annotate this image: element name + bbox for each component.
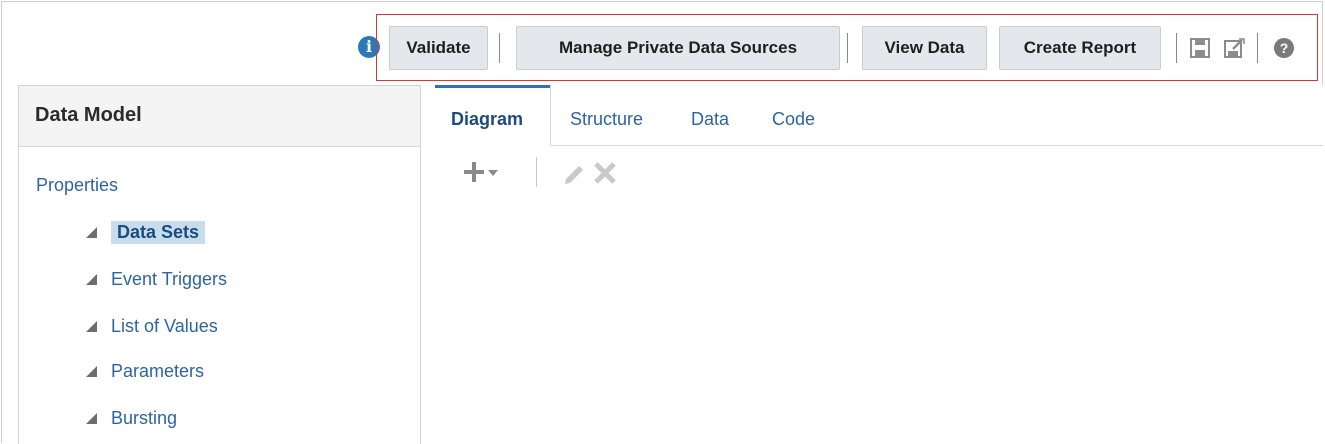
data-model-header: Data Model — [19, 86, 420, 147]
tree-item-label: Bursting — [111, 407, 178, 428]
dropdown-arrow-icon[interactable] — [488, 170, 498, 176]
tree-item-event-triggers[interactable]: Event Triggers — [86, 266, 227, 292]
tree-item-parameters[interactable]: Parameters — [86, 358, 204, 384]
tree-item-label: Parameters — [111, 360, 205, 381]
toolbar-separator — [1176, 33, 1177, 63]
view-data-button[interactable]: View Data — [862, 26, 987, 70]
validate-button[interactable]: Validate — [389, 26, 488, 70]
toolbar-separator — [1257, 33, 1258, 63]
expand-arrow-icon[interactable] — [86, 273, 97, 285]
toolbar-separator — [499, 33, 500, 63]
properties-link[interactable]: Properties — [36, 175, 118, 196]
save-as-icon[interactable] — [1222, 36, 1246, 60]
data-model-panel: Data Model — [18, 85, 421, 444]
expand-arrow-icon[interactable] — [86, 226, 97, 238]
help-icon[interactable]: ? — [1272, 36, 1296, 60]
save-icon[interactable] — [1188, 36, 1212, 60]
tab-diagram[interactable]: Diagram — [451, 109, 523, 130]
editor-panel: Diagram Structure Data Code — [435, 85, 1323, 444]
svg-text:?: ? — [1280, 40, 1289, 56]
panel-title: Data Model — [35, 104, 142, 126]
tree-item-data-sets[interactable]: Data Sets — [86, 219, 206, 245]
tab-code[interactable]: Code — [772, 109, 815, 130]
toolbar-separator — [536, 157, 537, 187]
toolbar-separator — [847, 33, 848, 63]
active-tab-indicator — [435, 85, 550, 88]
tree-item-label: Data Sets — [111, 220, 206, 244]
edit-icon[interactable] — [565, 166, 583, 184]
tree-item-list-of-values[interactable]: List of Values — [86, 313, 218, 339]
tree-item-label: List of Values — [111, 315, 218, 336]
diagram-toolbar — [462, 157, 622, 189]
expand-arrow-icon[interactable] — [86, 365, 97, 377]
delete-icon[interactable] — [594, 162, 616, 184]
tab-data[interactable]: Data — [691, 109, 729, 130]
tab-bar: Diagram Structure Data Code — [435, 85, 1323, 146]
create-report-button[interactable]: Create Report — [999, 26, 1161, 70]
expand-arrow-icon[interactable] — [86, 412, 97, 424]
tree-item-bursting[interactable]: Bursting — [86, 405, 177, 431]
manage-private-data-sources-button[interactable]: Manage Private Data Sources — [516, 26, 840, 70]
expand-arrow-icon[interactable] — [86, 320, 97, 332]
tree-item-label: Event Triggers — [111, 268, 228, 289]
add-icon[interactable] — [464, 162, 484, 182]
tab-structure[interactable]: Structure — [570, 109, 643, 130]
